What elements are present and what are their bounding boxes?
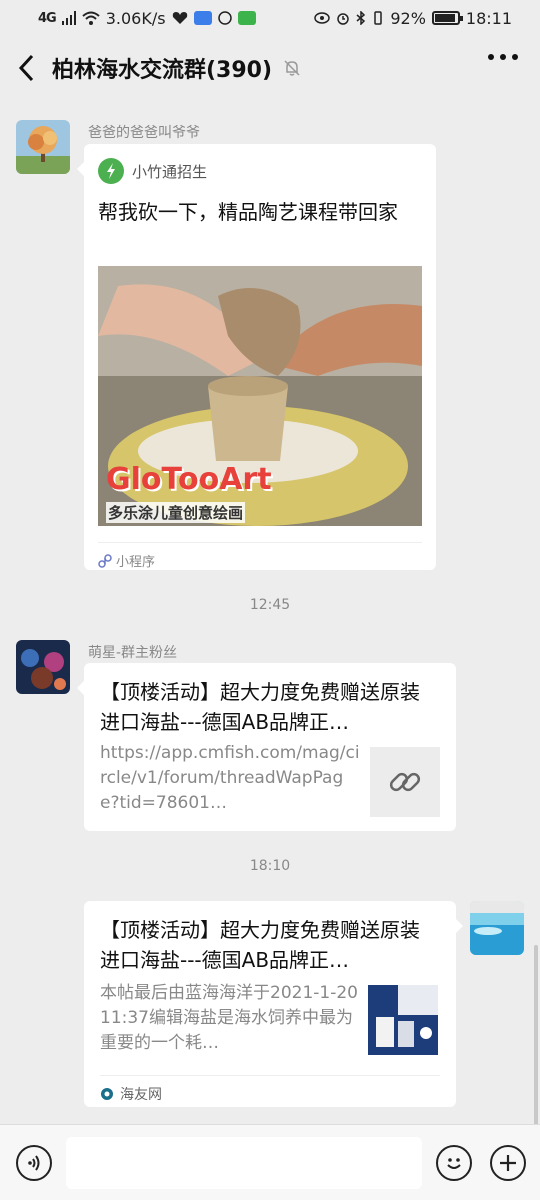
status-right: 92% 18:11 bbox=[314, 9, 512, 28]
timestamp: 12:45 bbox=[249, 597, 291, 613]
link-source: 海友网 bbox=[100, 1075, 440, 1104]
chat-title: 柏林海水交流群(390) bbox=[52, 58, 273, 83]
circle-icon bbox=[217, 11, 232, 25]
source-logo-icon bbox=[101, 1088, 113, 1100]
timestamp: 18:10 bbox=[249, 858, 291, 874]
voice-button[interactable] bbox=[16, 1145, 52, 1181]
status-bar: 4G 3.06K/s 92% 18:11 bbox=[0, 0, 540, 36]
network-speed: 3.06K/s bbox=[105, 8, 166, 28]
mini-program-label: 小程序 bbox=[116, 555, 156, 570]
emoji-button[interactable] bbox=[436, 1145, 472, 1181]
status-left: 4G 3.06K/s bbox=[38, 9, 256, 28]
link-title: 【顶楼活动】超大力度免费赠送原装进口海盐---德国AB品牌正… bbox=[100, 918, 420, 972]
message-input[interactable] bbox=[66, 1137, 422, 1189]
clock: 18:11 bbox=[465, 8, 512, 28]
emoji-icon bbox=[447, 1158, 461, 1169]
link-url: https://app.cmfish.com/mag/circle/v1/for… bbox=[100, 743, 360, 813]
mini-program-title: 帮我砍一下，精品陶艺课程带回家 bbox=[98, 200, 398, 224]
link-title: 【顶楼活动】超大力度免费赠送原装进口海盐---德国AB品牌正… bbox=[100, 680, 420, 734]
bamboo-logo-icon bbox=[98, 158, 124, 184]
image-caption-text: 多乐涂儿童创意绘画 bbox=[106, 502, 246, 523]
vibrate-icon bbox=[374, 11, 383, 25]
battery-percent: 92% bbox=[390, 8, 426, 28]
link-description: 本帖最后由蓝海海洋于2021-1-2011:37编辑海盐是海水饲养中最为重要的一… bbox=[100, 983, 358, 1053]
alarm-icon bbox=[337, 13, 350, 25]
battery-icon bbox=[431, 11, 463, 25]
eye-icon bbox=[314, 12, 331, 24]
dot-icon bbox=[488, 54, 494, 60]
dot-icon bbox=[500, 54, 506, 60]
pool-avatar bbox=[470, 901, 524, 955]
avatar[interactable] bbox=[16, 120, 70, 174]
scrollbar[interactable] bbox=[534, 945, 538, 1125]
wechat-notification-icon bbox=[237, 11, 256, 25]
link-icon bbox=[389, 772, 421, 792]
wifi-icon bbox=[82, 11, 100, 25]
image-brand-text: GloTooArt bbox=[106, 462, 272, 497]
pottery-image: GloTooArt 多乐涂儿童创意绘画 bbox=[98, 266, 422, 526]
more-actions-button[interactable] bbox=[490, 1145, 526, 1181]
signal-indicator: 4G bbox=[38, 10, 57, 26]
mini-program-icon bbox=[98, 553, 112, 568]
mini-program-footer: 小程序 bbox=[98, 542, 422, 570]
sender-name: 萌星-群主粉丝 bbox=[88, 645, 178, 661]
sea-salt-product-thumbnail bbox=[368, 985, 438, 1055]
heart-icon bbox=[172, 12, 187, 24]
cellular-signal-icon bbox=[61, 11, 76, 25]
bluetooth-icon bbox=[356, 11, 366, 25]
self-link-card[interactable]: 【顶楼活动】超大力度免费赠送原装进口海盐---德国AB品牌正… 本帖最后由蓝海海… bbox=[84, 901, 463, 1107]
mini-program-name: 小竹通招生 bbox=[132, 162, 208, 181]
more-button[interactable] bbox=[488, 54, 518, 60]
link-thumbnail bbox=[368, 985, 438, 1055]
plus-icon bbox=[500, 1155, 516, 1171]
voice-icon bbox=[28, 1155, 40, 1171]
mini-program-header: 小竹通招生 bbox=[98, 158, 207, 184]
reef-avatar bbox=[16, 640, 70, 694]
chat-header: 柏林海水交流群(390) bbox=[0, 36, 540, 100]
link-card[interactable]: 【顶楼活动】超大力度免费赠送原装进口海盐---德国AB品牌正… https://… bbox=[77, 663, 456, 831]
chevron-left-icon bbox=[18, 54, 34, 82]
app-notification-icon bbox=[193, 11, 212, 25]
source-name: 海友网 bbox=[120, 1087, 162, 1103]
self-avatar[interactable] bbox=[470, 901, 524, 955]
mute-bell-icon bbox=[284, 60, 300, 76]
sender-name: 爸爸的爸爸叫爷爷 bbox=[88, 125, 200, 141]
tree-painting-avatar bbox=[16, 120, 70, 174]
back-button[interactable] bbox=[0, 36, 52, 100]
avatar[interactable] bbox=[16, 640, 70, 694]
input-bar bbox=[0, 1124, 540, 1200]
dot-icon bbox=[512, 54, 518, 60]
link-thumbnail bbox=[370, 747, 440, 817]
mini-program-card[interactable]: 小竹通招生 帮我砍一下，精品陶艺课程带回家 GloTooArt 多乐涂儿童创意绘… bbox=[77, 144, 436, 570]
